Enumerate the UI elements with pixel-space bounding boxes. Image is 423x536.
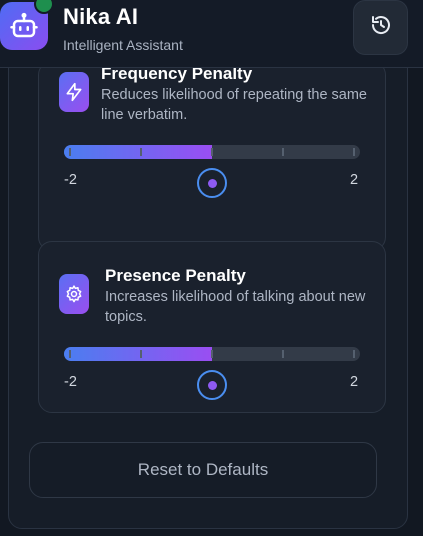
slider-handle-dot	[207, 380, 217, 390]
presence-penalty-title: Presence Penalty	[105, 266, 246, 285]
frequency-penalty-slider-fill	[64, 145, 212, 159]
app-subtitle: Intelligent Assistant	[63, 37, 183, 53]
slider-tick	[69, 148, 71, 156]
frequency-penalty-description: Reduces likelihood of repeating the same…	[101, 87, 367, 123]
presence-penalty-max-label: 2	[350, 374, 359, 390]
history-icon	[369, 13, 393, 42]
slider-tick	[140, 148, 142, 156]
presence-penalty-slider-handle[interactable]	[197, 370, 227, 400]
slider-tick	[69, 350, 71, 358]
presence-penalty-card: Presence Penalty Increases likelihood of…	[38, 241, 386, 413]
frequency-penalty-slider-handle[interactable]	[197, 168, 227, 198]
app-title: Nika AI	[63, 4, 139, 29]
presence-penalty-slider-fill	[64, 347, 212, 361]
app-window: Frequency Penalty Reduces likelihood of …	[0, 0, 423, 536]
slider-tick	[353, 350, 355, 358]
slider-tick	[353, 148, 355, 156]
slider-tick	[282, 350, 284, 358]
presence-penalty-slider-track[interactable]	[64, 347, 360, 361]
slider-tick	[211, 350, 213, 358]
slider-tick	[211, 148, 213, 156]
history-button[interactable]	[353, 0, 408, 55]
presence-penalty-description: Increases likelihood of talking about ne…	[105, 289, 366, 325]
presence-penalty-min-label: -2	[64, 374, 77, 390]
slider-tick	[282, 148, 284, 156]
frequency-penalty-max-label: 2	[350, 172, 359, 188]
frequency-penalty-slider-track[interactable]	[64, 145, 360, 159]
slider-tick	[140, 350, 142, 358]
gear-icon	[59, 274, 89, 314]
app-header: Nika AI Intelligent Assistant	[0, 0, 423, 68]
lightning-icon	[59, 72, 89, 112]
reset-to-defaults-button[interactable]: Reset to Defaults	[29, 442, 377, 498]
online-status-indicator	[34, 0, 54, 14]
frequency-penalty-card: Frequency Penalty Reduces likelihood of …	[38, 61, 386, 251]
frequency-penalty-min-label: -2	[64, 172, 77, 188]
slider-handle-dot	[207, 178, 217, 188]
